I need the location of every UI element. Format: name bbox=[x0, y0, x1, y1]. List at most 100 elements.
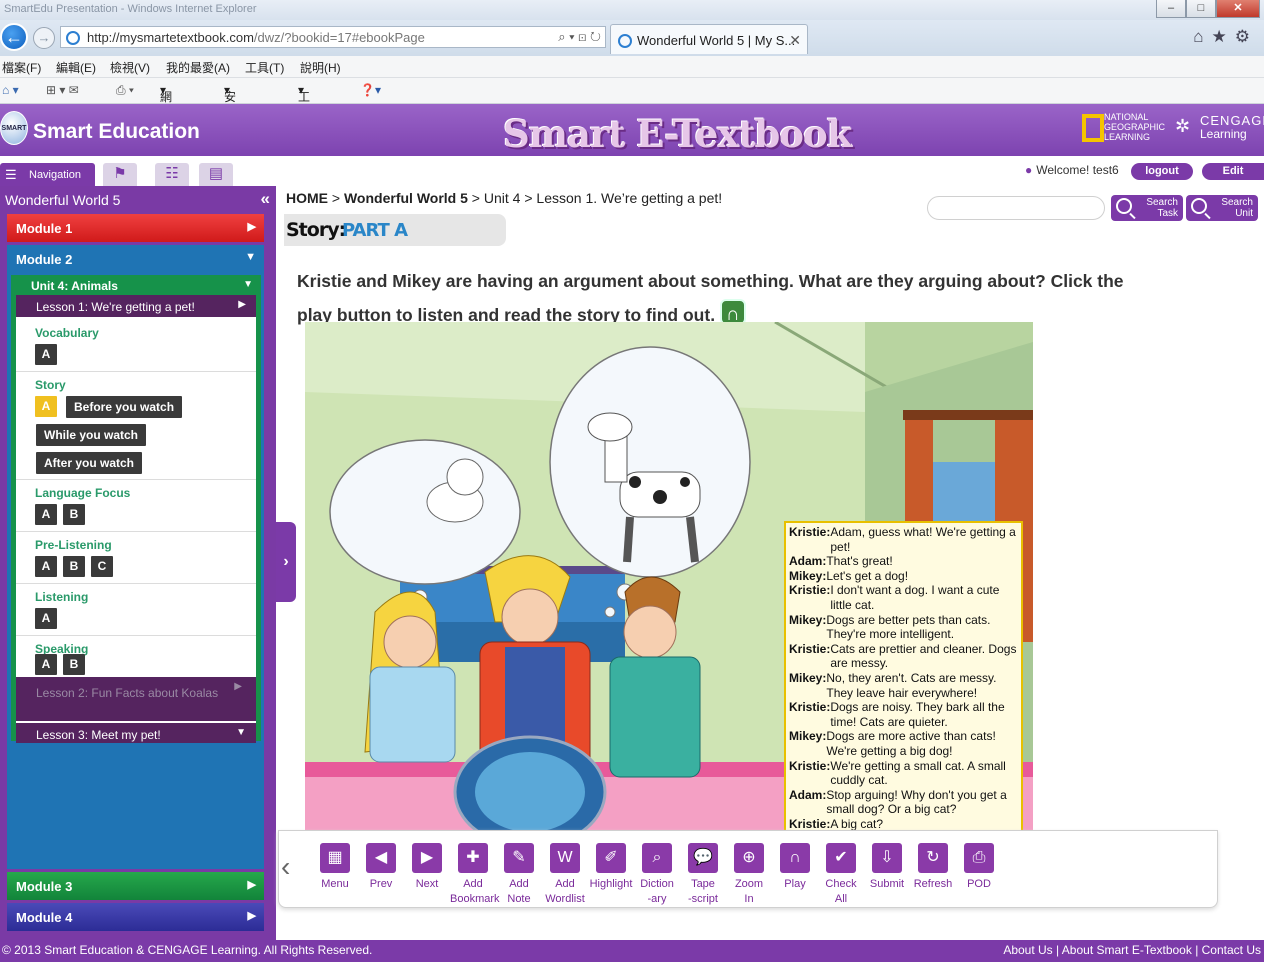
command-page[interactable]: 網頁(P) ▾ bbox=[160, 83, 176, 136]
sidebar-unit-4[interactable]: Unit 4: Animals ▼ bbox=[11, 275, 261, 295]
speaker-line: Cats are prettier and cleaner. Dogs are … bbox=[830, 641, 1017, 671]
vocabulary-a-button[interactable]: A bbox=[35, 344, 57, 365]
after-you-watch-button[interactable]: After you watch bbox=[36, 452, 143, 474]
maximize-button[interactable]: □ bbox=[1186, 0, 1216, 18]
toolbar-check-button[interactable]: ✔ Check All bbox=[818, 843, 864, 907]
speaking-b-button[interactable]: B bbox=[63, 654, 85, 675]
sidebar-lesson-1[interactable]: Lesson 1: We're getting a pet! ▶ bbox=[16, 295, 256, 317]
ie-favicon-icon bbox=[66, 31, 80, 45]
toolbar-zoom-in-button[interactable]: ⊕ Zoom In bbox=[726, 843, 772, 907]
refresh-icon: ↻ bbox=[918, 843, 948, 873]
footer-links[interactable]: About Us | About Smart E-Textbook | Cont… bbox=[1003, 943, 1261, 957]
browser-tab[interactable]: Wonderful World 5 | My S... ✕ bbox=[610, 24, 808, 54]
tab-wordlist[interactable]: ☷ bbox=[155, 163, 189, 186]
pre-listening-c-button[interactable]: C bbox=[91, 556, 113, 577]
tab-close-icon[interactable]: ✕ bbox=[789, 32, 801, 49]
tab-notes[interactable]: ▤ bbox=[199, 163, 233, 186]
submit-icon: ⇩ bbox=[872, 843, 902, 873]
collapse-sidebar-icon[interactable]: « bbox=[261, 189, 270, 209]
help-icon[interactable]: ❓▾ bbox=[360, 83, 381, 97]
close-window-button[interactable]: ✕ bbox=[1216, 0, 1260, 18]
speaker-name: Mikey: bbox=[789, 612, 827, 627]
toolbar-prev-button[interactable]: ◀ Prev bbox=[358, 843, 404, 892]
section-listening: Listening bbox=[35, 590, 89, 604]
tab-navigation[interactable]: ☰ Navigation bbox=[0, 163, 95, 186]
sidebar-module-2[interactable]: Module 2 ▼ bbox=[7, 245, 264, 273]
toolbar-highlight-button[interactable]: ✐ Highlight bbox=[588, 843, 634, 892]
feeds-icon[interactable]: ⊞ ▾ ✉ bbox=[46, 83, 79, 97]
sidebar-module-1[interactable]: Module 1 ▶ bbox=[7, 214, 264, 242]
tapescript-line: Kristie: I don't want a dog. I want a cut… bbox=[789, 583, 1018, 612]
command-safety[interactable]: 安全性(S) ▾ bbox=[224, 83, 240, 153]
menu-view[interactable]: 檢視(V) bbox=[110, 59, 150, 76]
copyright: © 2013 Smart Education & CENGAGE Learnin… bbox=[2, 943, 373, 957]
toolbar-headphones-button[interactable]: ∩ Play bbox=[772, 843, 818, 892]
sidebar: Wonderful World 5 « Module 1 ▶ Module 2 ▼ … bbox=[0, 186, 276, 940]
sidebar-lesson-3[interactable]: Lesson 3: Meet my pet! ▼ bbox=[16, 721, 256, 743]
toolbar-bookmark-button[interactable]: ✚ Add Bookmark bbox=[450, 843, 500, 907]
toolbar-wordlist-button[interactable]: W Add Wordlist bbox=[542, 843, 588, 907]
speaker-line: Dogs are better pets than cats. They're … bbox=[826, 612, 991, 642]
menu-help[interactable]: 說明(H) bbox=[300, 59, 341, 76]
tapescript-line: Adam: That's great! bbox=[789, 554, 1018, 569]
toolbar-tapescript-button[interactable]: 💬 Tape -script bbox=[680, 843, 726, 907]
browser-toolbar-icons[interactable]: ⌂★⚙ bbox=[1193, 27, 1258, 47]
pre-listening-b-button[interactable]: B bbox=[63, 556, 85, 577]
breadcrumb-unit[interactable]: Unit 4 bbox=[484, 190, 521, 206]
search-icon bbox=[1191, 198, 1207, 214]
home-icon[interactable]: ⌂ ▾ bbox=[2, 83, 19, 97]
command-tools[interactable]: 工具(O) ▾ bbox=[298, 83, 315, 136]
speaker-line: Adam, guess what! We're getting a pet! bbox=[830, 525, 1016, 554]
search-task-button[interactable]: Search Task bbox=[1111, 195, 1183, 221]
tapescript-line: Adam: Stop arguing! Why don't you get a s… bbox=[789, 788, 1018, 817]
logout-button[interactable]: logout bbox=[1131, 163, 1193, 180]
address-controls[interactable]: ⌕ ▾ ⊡ ↻ bbox=[558, 29, 601, 45]
toolbar-note-button[interactable]: ✎ Add Note bbox=[496, 843, 542, 907]
minimize-button[interactable]: – bbox=[1156, 0, 1186, 18]
tab-bookmarks[interactable]: ⚑ bbox=[103, 163, 137, 186]
search-unit-button[interactable]: Search Unit bbox=[1186, 195, 1258, 221]
sidebar-lesson-2[interactable]: Lesson 2: Fun Facts about Koalas ▶ bbox=[16, 677, 256, 721]
before-you-watch-button[interactable]: Before you watch bbox=[66, 396, 183, 418]
toolbar-label: Refresh bbox=[913, 878, 953, 890]
toolbar-label: Prev bbox=[369, 878, 393, 890]
toolbar-scroll-left-icon[interactable]: ‹ bbox=[281, 851, 290, 883]
language-focus-b-button[interactable]: B bbox=[63, 504, 85, 525]
language-focus-a-button[interactable]: A bbox=[35, 504, 57, 525]
sidebar-module-4[interactable]: Module 4 ▶ bbox=[7, 903, 264, 931]
speaker-name: Kristie: bbox=[789, 583, 831, 598]
speaking-a-button[interactable]: A bbox=[35, 654, 57, 675]
listening-a-button[interactable]: A bbox=[35, 608, 57, 629]
menu-tools[interactable]: 工具(T) bbox=[245, 59, 284, 76]
print-icon: ⎙ bbox=[964, 843, 994, 873]
forward-button[interactable]: → bbox=[33, 27, 55, 49]
toolbar-refresh-button[interactable]: ↻ Refresh bbox=[910, 843, 956, 892]
toolbar-menu-button[interactable]: ▦ Menu bbox=[312, 843, 358, 892]
wordlist-icon: ☷ bbox=[165, 165, 179, 182]
menu-edit[interactable]: 編輯(E) bbox=[56, 59, 96, 76]
print-icon[interactable]: ⎙ ▾ bbox=[116, 83, 134, 98]
toolbar-label: Zoom In bbox=[734, 878, 764, 905]
ebook-toolbar: ‹ ▦ Menu ◀ Prev ▶ Next ✚ Add Bookmark ✎ Add Note W Ad… bbox=[278, 830, 1218, 908]
sidebar-module-3[interactable]: Module 3 ▶ bbox=[7, 872, 264, 900]
search-input[interactable] bbox=[927, 196, 1105, 220]
breadcrumb-book[interactable]: Wonderful World 5 bbox=[344, 190, 468, 206]
toolbar-label: Add Wordlist bbox=[545, 878, 585, 905]
toolbar-next-button[interactable]: ▶ Next bbox=[404, 843, 450, 892]
toolbar-dictionary-button[interactable]: ⌕ Diction -ary bbox=[634, 843, 680, 907]
toolbar-print-button[interactable]: ⎙ POD bbox=[956, 843, 1002, 892]
edit-button[interactable]: Edit bbox=[1202, 163, 1264, 180]
toolbar-submit-button[interactable]: ⇩ Submit bbox=[864, 843, 910, 892]
address-bar[interactable]: http://mysmartetextbook.com/dwz/?bookid=… bbox=[60, 26, 606, 48]
menu-file[interactable]: 檔案(F) bbox=[2, 59, 41, 76]
chevron-right-icon: ▶ bbox=[247, 879, 256, 891]
back-button[interactable]: ← bbox=[0, 23, 28, 51]
speaker-name: Kristie: bbox=[789, 641, 831, 656]
while-you-watch-button[interactable]: While you watch bbox=[36, 424, 147, 446]
menu-favorites[interactable]: 我的最愛(A) bbox=[166, 59, 230, 76]
story-a-button[interactable]: A bbox=[35, 396, 57, 417]
expand-panel-button[interactable]: › bbox=[276, 522, 296, 602]
pre-listening-a-button[interactable]: A bbox=[35, 556, 57, 577]
speaker-name: Kristie: bbox=[789, 758, 831, 773]
breadcrumb-home[interactable]: HOME bbox=[286, 190, 328, 206]
